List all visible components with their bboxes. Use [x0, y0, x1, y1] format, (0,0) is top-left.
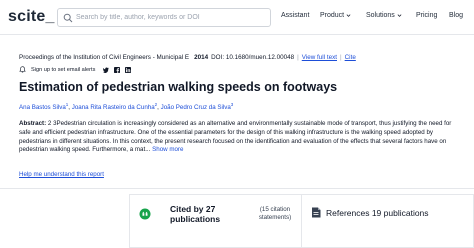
- references-card[interactable]: References 19 publications: [301, 194, 474, 248]
- help-understand-report-link[interactable]: Help me understand this report: [19, 171, 104, 178]
- citation-quote-icon: [139, 208, 151, 220]
- nav-blog-label: Blog: [449, 12, 464, 19]
- chevron-down-icon: [346, 14, 351, 17]
- author-name: Ana Bastos Silva: [19, 104, 66, 112]
- cite-link[interactable]: Cite: [345, 54, 356, 61]
- author-link[interactable]: João Pedro Cruz da Silva3: [160, 102, 234, 112]
- nav-assistant[interactable]: Assistant: [281, 12, 309, 19]
- show-more-link[interactable]: Show more: [152, 146, 183, 153]
- doi-text[interactable]: DOI: 10.1680/muen.12.00048: [211, 54, 294, 61]
- author-link[interactable]: Joana Rita Rasteiro da Cunha2: [71, 102, 157, 112]
- alerts-row: Sign up to set email alerts: [19, 66, 132, 73]
- publication-info-row: Proceedings of the Institution of Civil …: [19, 54, 356, 61]
- cited-by-card[interactable]: Cited by 27 publications (15 citation st…: [129, 194, 301, 248]
- separator: |: [339, 54, 342, 61]
- document-icon: [312, 207, 321, 218]
- author-link[interactable]: Ana Bastos Silva1: [19, 102, 68, 112]
- twitter-icon[interactable]: [103, 67, 110, 73]
- cited-by-label: Cited by 27 publications: [170, 204, 221, 224]
- references-label: References 19 publications: [326, 208, 429, 218]
- alerts-signup-link[interactable]: Sign up to set email alerts: [31, 67, 95, 73]
- search-input[interactable]: [76, 10, 266, 25]
- divider: [0, 188, 474, 189]
- scite-logo[interactable]: scite_: [8, 8, 55, 26]
- nav-pricing[interactable]: Pricing: [416, 12, 437, 19]
- journal-name[interactable]: Proceedings of the Institution of Civil …: [19, 54, 189, 61]
- paper-title: Estimation of pedestrian walking speeds …: [19, 80, 338, 94]
- abstract: Abstract: 2 3Pedestrian circulation is i…: [19, 120, 462, 155]
- linkedin-icon[interactable]: [125, 66, 132, 73]
- top-navigation-bar: scite_ Assistant Product Solutions Prici…: [0, 0, 474, 35]
- nav-solutions[interactable]: Solutions: [366, 12, 402, 19]
- author-name: João Pedro Cruz da Silva: [160, 104, 231, 112]
- author-name: Joana Rita Rasteiro da Cunha: [71, 104, 155, 112]
- abstract-label: Abstract:: [19, 120, 47, 127]
- search-box[interactable]: [57, 8, 271, 27]
- facebook-icon[interactable]: [114, 66, 121, 73]
- search-icon: [63, 13, 73, 23]
- citation-statements-count: (15 citation statements): [258, 206, 292, 221]
- nav-assistant-label: Assistant: [281, 12, 310, 19]
- author-affiliation-number: 3: [230, 102, 234, 107]
- bell-icon[interactable]: [19, 66, 26, 73]
- abstract-text: 2 3Pedestrian circulation is increasingl…: [19, 120, 452, 154]
- view-full-text-link[interactable]: View full text: [302, 54, 337, 61]
- nav-pricing-label: Pricing: [416, 12, 438, 19]
- nav-product-label: Product: [320, 12, 345, 19]
- nav-blog[interactable]: Blog: [449, 12, 463, 19]
- chevron-down-icon: [397, 14, 402, 17]
- publication-year: 2014: [194, 54, 209, 61]
- authors-list: Ana Bastos Silva1, Joana Rita Rasteiro d…: [19, 102, 233, 111]
- nav-solutions-label: Solutions: [366, 12, 395, 19]
- separator: |: [297, 54, 299, 61]
- nav-product[interactable]: Product: [320, 12, 351, 19]
